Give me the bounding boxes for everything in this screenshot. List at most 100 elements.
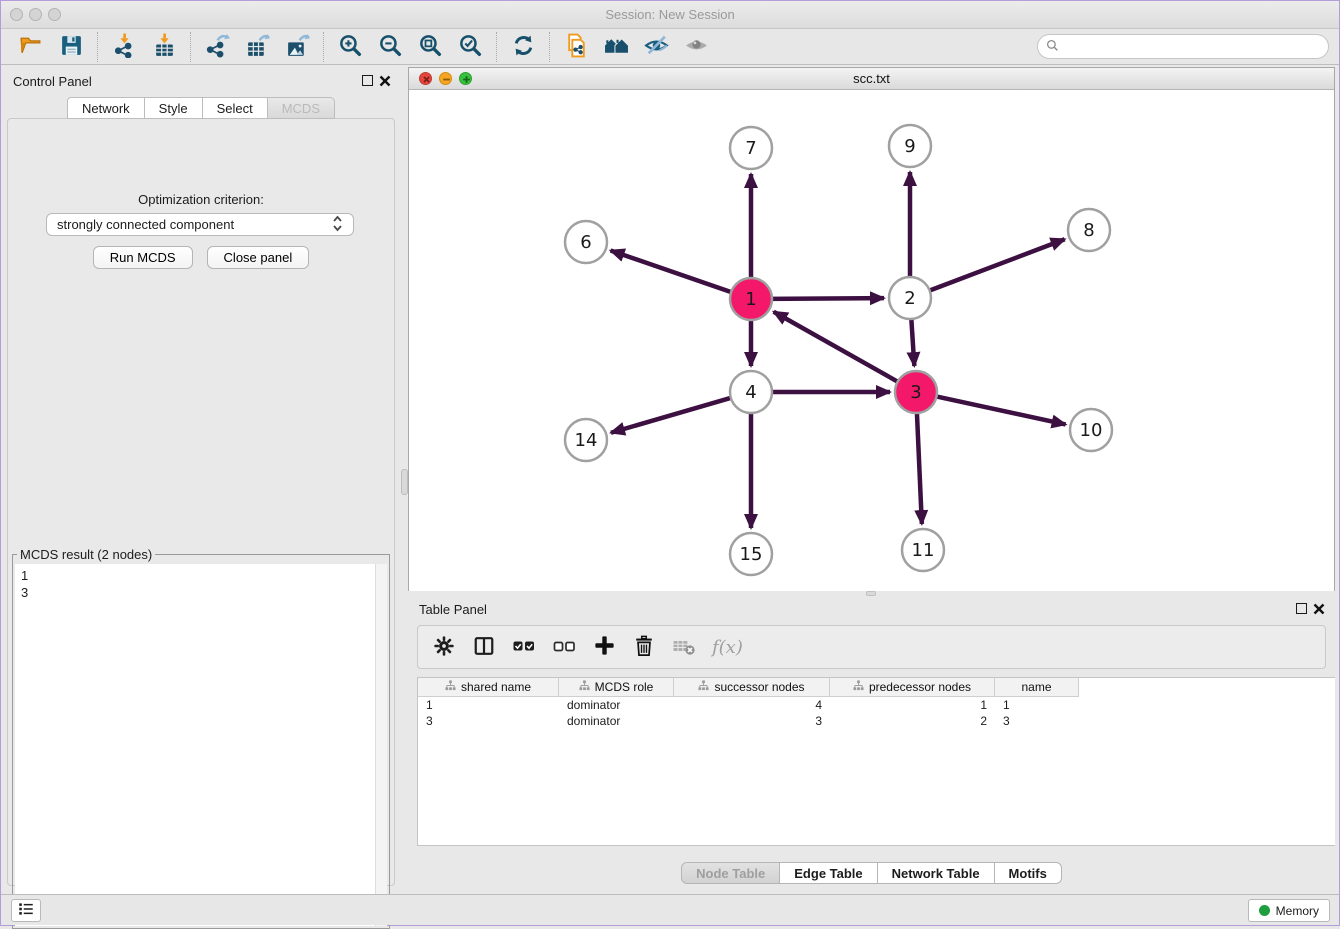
edge-1-6[interactable]: [611, 250, 733, 292]
memory-label: Memory: [1276, 904, 1319, 918]
tab-network-table[interactable]: Network Table: [878, 862, 995, 884]
export-table-icon: [245, 33, 270, 61]
open-folder-icon: [19, 33, 44, 61]
optimization-criterion-dropdown[interactable]: strongly connected component: [46, 213, 354, 236]
network-window-titlebar[interactable]: scc.txt: [409, 68, 1334, 90]
split-panel-button[interactable]: [472, 635, 496, 659]
mcds-result-text[interactable]: 1 3: [15, 564, 387, 926]
zoom-fit-button[interactable]: [410, 32, 450, 62]
column-header-predecessor-nodes[interactable]: predecessor nodes: [830, 678, 995, 697]
export-table-button[interactable]: [237, 32, 277, 62]
open-file-button[interactable]: [11, 32, 51, 62]
control-panel: Control Panel Network Style Select MCDS …: [1, 65, 401, 890]
cell-predecessor-nodes[interactable]: 1: [830, 697, 995, 713]
stepper-chevrons-icon: [332, 215, 343, 235]
select-all-button[interactable]: [512, 635, 536, 659]
edge-2-8[interactable]: [928, 239, 1065, 291]
window-title: Session: New Session: [1, 7, 1339, 22]
zoom-in-button[interactable]: [330, 32, 370, 62]
network-graph[interactable]: 1234678910111415: [409, 91, 1334, 591]
clone-network-button[interactable]: [556, 32, 596, 62]
import-table-button[interactable]: [144, 32, 184, 62]
toolbar-separator: [549, 32, 550, 62]
run-mcds-button[interactable]: Run MCDS: [93, 246, 193, 269]
tab-edge-table[interactable]: Edge Table: [780, 862, 877, 884]
cell-name[interactable]: 3: [995, 713, 1079, 729]
edge-3-11[interactable]: [917, 411, 922, 524]
cell-mcds-role[interactable]: dominator: [559, 713, 674, 729]
export-network-button[interactable]: [197, 32, 237, 62]
close-panel-button[interactable]: Close panel: [207, 246, 310, 269]
network-canvas[interactable]: 1234678910111415: [409, 91, 1334, 591]
save-floppy-icon: [59, 33, 84, 61]
close-table-panel-icon[interactable]: [1313, 603, 1325, 615]
eye-icon: [684, 33, 709, 61]
zoom-fit-icon: [418, 33, 443, 61]
mcds-panel: Optimization criterion: strongly connect…: [7, 118, 395, 886]
deselect-all-button[interactable]: [552, 635, 576, 659]
cell-predecessor-nodes[interactable]: 2: [830, 713, 995, 729]
memory-button[interactable]: Memory: [1248, 899, 1330, 922]
graph-node-label-9: 9: [904, 136, 915, 157]
tab-node-table[interactable]: Node Table: [681, 862, 780, 884]
table-row[interactable]: 3 dominator 3 2 3: [418, 713, 1335, 729]
trash-icon: [633, 635, 655, 660]
apply-layout-button[interactable]: [503, 32, 543, 62]
tab-style[interactable]: Style: [145, 97, 203, 119]
mcds-result-title: MCDS result (2 nodes): [17, 547, 155, 562]
import-table-icon: [152, 33, 177, 61]
tab-network[interactable]: Network: [67, 97, 145, 119]
zoom-out-icon: [378, 33, 403, 61]
tab-motifs[interactable]: Motifs: [995, 862, 1062, 884]
cell-shared-name[interactable]: 1: [418, 697, 559, 713]
show-panels-button[interactable]: [11, 899, 41, 922]
eye-slash-icon: [644, 33, 669, 61]
control-panel-tabs: Network Style Select MCDS: [1, 97, 401, 119]
plus-icon: [593, 634, 616, 660]
close-panel-icon[interactable]: [379, 75, 391, 87]
edge-1-2[interactable]: [770, 298, 884, 299]
search-input[interactable]: [1064, 40, 1320, 54]
zoom-in-icon: [338, 33, 363, 61]
column-header-name[interactable]: name: [995, 678, 1079, 697]
float-panel-icon[interactable]: [362, 75, 373, 86]
cell-successor-nodes[interactable]: 3: [674, 713, 830, 729]
hide-selected-button[interactable]: [636, 32, 676, 62]
result-scrollbar[interactable]: [375, 564, 387, 926]
tab-mcds[interactable]: MCDS: [268, 97, 335, 119]
search-field[interactable]: [1037, 34, 1329, 59]
mcds-result-group: MCDS result (2 nodes) 1 3: [12, 547, 390, 929]
table-panel-title: Table Panel: [419, 602, 487, 617]
cell-successor-nodes[interactable]: 4: [674, 697, 830, 713]
tree-icon: [853, 680, 864, 694]
delete-column-button[interactable]: [632, 635, 656, 659]
first-neighbors-button[interactable]: [596, 32, 636, 62]
edge-3-1[interactable]: [774, 312, 900, 383]
edge-2-3[interactable]: [911, 317, 914, 366]
function-builder-button[interactable]: f(x): [712, 635, 743, 659]
column-header-shared-name[interactable]: shared name: [418, 678, 559, 697]
cell-name[interactable]: 1: [995, 697, 1079, 713]
zoom-selected-button[interactable]: [450, 32, 490, 62]
zoom-out-button[interactable]: [370, 32, 410, 62]
houses-icon: [604, 33, 629, 61]
cell-shared-name[interactable]: 3: [418, 713, 559, 729]
show-all-button[interactable]: [676, 32, 716, 62]
edge-4-14[interactable]: [611, 397, 733, 432]
graph-node-label-15: 15: [740, 544, 763, 565]
vertical-splitter-handle[interactable]: [401, 469, 408, 495]
delete-table-button[interactable]: [672, 635, 696, 659]
column-header-successor-nodes[interactable]: successor nodes: [674, 678, 830, 697]
table-row[interactable]: 1 dominator 4 1 1: [418, 697, 1335, 713]
edge-3-10[interactable]: [935, 396, 1066, 424]
tab-select[interactable]: Select: [203, 97, 268, 119]
cell-mcds-role[interactable]: dominator: [559, 697, 674, 713]
save-session-button[interactable]: [51, 32, 91, 62]
column-header-mcds-role[interactable]: MCDS role: [559, 678, 674, 697]
import-network-button[interactable]: [104, 32, 144, 62]
float-table-panel-icon[interactable]: [1296, 603, 1307, 614]
export-image-button[interactable]: [277, 32, 317, 62]
add-column-button[interactable]: [592, 635, 616, 659]
table-settings-button[interactable]: [432, 635, 456, 659]
search-icon: [1046, 39, 1059, 55]
